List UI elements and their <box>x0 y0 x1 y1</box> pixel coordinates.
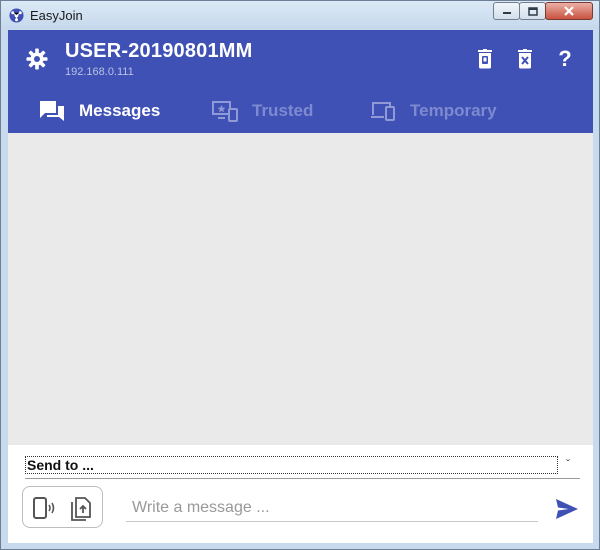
tab-temporary[interactable]: Temporary <box>370 96 497 126</box>
tab-trusted-label: Trusted <box>252 101 314 120</box>
help-icon[interactable]: ? <box>553 46 577 71</box>
tab-temporary-label: Temporary <box>410 101 497 120</box>
app-client-area: USER-20190801MM 192.168.0.111 ? Messages… <box>8 30 593 543</box>
messages-list-area <box>8 133 593 445</box>
clear-delete-icon <box>518 49 532 69</box>
maximize-icon <box>527 6 538 16</box>
easyjoin-logo-icon <box>9 8 24 23</box>
delete-device-button[interactable] <box>473 47 497 71</box>
trusted-devices-icon <box>212 101 238 122</box>
device-ip: 192.168.0.111 <box>65 66 134 78</box>
send-icon[interactable] <box>555 498 579 520</box>
messages-icon <box>40 101 64 121</box>
send-to-divider <box>25 478 580 479</box>
attachment-toolbar <box>22 486 103 528</box>
message-input[interactable] <box>126 494 538 522</box>
maximize-button[interactable] <box>519 2 546 20</box>
clear-all-button[interactable] <box>513 47 537 71</box>
title-bar[interactable]: EasyJoin <box>1 1 599 29</box>
send-to-label: Send to ... <box>27 457 94 473</box>
send-to-dropdown[interactable]: Send to ... <box>25 456 558 474</box>
tab-trusted[interactable]: Trusted <box>212 96 313 126</box>
phone-share-icon[interactable] <box>31 495 57 521</box>
file-upload-icon[interactable] <box>68 495 94 521</box>
delete-device-icon <box>478 49 492 69</box>
window-controls <box>493 2 593 20</box>
temporary-devices-icon <box>371 102 395 121</box>
close-button[interactable] <box>545 2 593 20</box>
tab-messages-label: Messages <box>79 101 161 120</box>
minimize-icon <box>502 12 511 14</box>
app-window: EasyJoin USER-20190801MM 192.168.0.111 ?… <box>0 0 600 550</box>
minimize-button[interactable] <box>493 2 520 20</box>
header-bar: USER-20190801MM 192.168.0.111 ? Messages… <box>8 30 593 133</box>
chevron-down-icon[interactable]: ˇ <box>566 457 570 471</box>
gear-icon[interactable] <box>25 47 49 71</box>
close-icon <box>564 6 574 16</box>
window-title: EasyJoin <box>30 8 83 23</box>
device-name: USER-20190801MM <box>65 40 253 62</box>
tab-messages[interactable]: Messages <box>39 96 160 126</box>
